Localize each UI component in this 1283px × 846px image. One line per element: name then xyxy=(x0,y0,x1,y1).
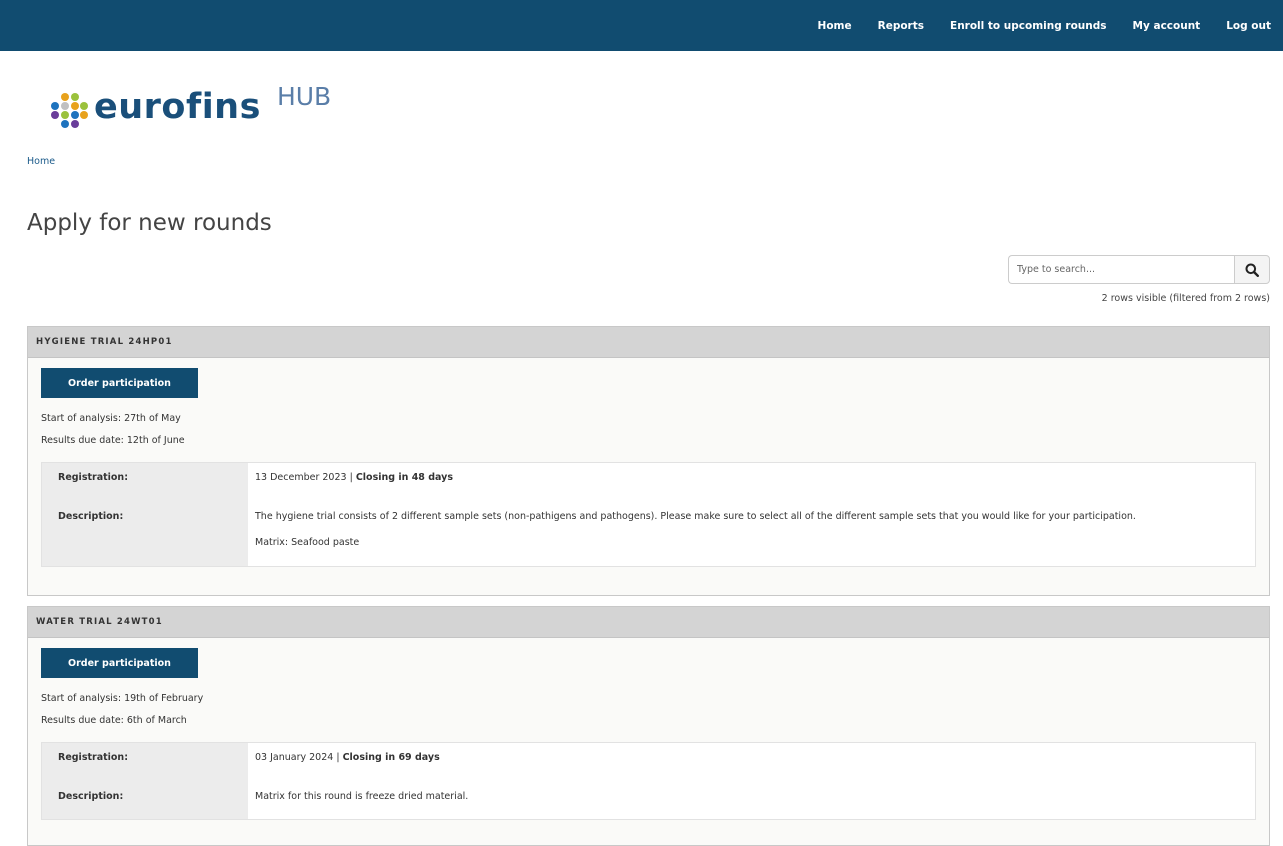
eurofins-logo-icon xyxy=(50,92,88,130)
registration-separator: | xyxy=(333,752,343,763)
trial-title: WATER TRIAL 24WT01 xyxy=(28,607,1269,638)
results-due-date: Results due date: 12th of June xyxy=(41,435,185,446)
nav-home[interactable]: Home xyxy=(805,20,865,32)
registration-label: Registration: xyxy=(58,472,128,483)
nav-menu: Home Reports Enroll to upcoming rounds M… xyxy=(805,0,1283,51)
registration-date: 03 January 2024 xyxy=(255,752,334,763)
registration-closing: Closing in 48 days xyxy=(355,472,453,483)
trial-card-hygiene: HYGIENE TRIAL 24HP01 Order participation… xyxy=(27,326,1270,596)
registration-date: 13 December 2023 xyxy=(255,472,347,483)
page-title: Apply for new rounds xyxy=(27,210,272,236)
description-label: Description: xyxy=(58,791,124,802)
nav-enroll[interactable]: Enroll to upcoming rounds xyxy=(937,20,1120,32)
nav-reports[interactable]: Reports xyxy=(865,20,937,32)
trial-details: Registration: 03 January 2024 | Closing … xyxy=(41,742,1256,820)
trial-card-water: WATER TRIAL 24WT01 Order participation S… xyxy=(27,606,1270,846)
rows-visible-count: 2 rows visible (filtered from 2 rows) xyxy=(1101,293,1270,304)
results-due-date: Results due date: 6th of March xyxy=(41,715,187,726)
description-label: Description: xyxy=(58,511,124,522)
matrix-text: Matrix: Seafood paste xyxy=(255,537,360,548)
start-of-analysis: Start of analysis: 27th of May xyxy=(41,413,181,424)
start-of-analysis: Start of analysis: 19th of February xyxy=(41,693,204,704)
logo-hub-label: HUB xyxy=(276,82,332,111)
trial-title: HYGIENE TRIAL 24HP01 xyxy=(28,327,1269,358)
registration-closing: Closing in 69 days xyxy=(342,752,440,763)
nav-log-out[interactable]: Log out xyxy=(1213,20,1283,32)
registration-value: 03 January 2024 | Closing in 69 days xyxy=(255,752,440,763)
registration-label: Registration: xyxy=(58,752,128,763)
order-participation-button[interactable]: Order participation xyxy=(41,368,198,398)
search-button[interactable] xyxy=(1234,255,1270,284)
registration-separator: | xyxy=(346,472,356,483)
registration-value: 13 December 2023 | Closing in 48 days xyxy=(255,472,453,483)
logo-wordmark: eurofins xyxy=(94,87,261,127)
trial-details: Registration: 13 December 2023 | Closing… xyxy=(41,462,1256,567)
breadcrumb-home[interactable]: Home xyxy=(27,156,55,167)
search-bar xyxy=(1008,255,1270,284)
nav-my-account[interactable]: My account xyxy=(1120,20,1214,32)
description-text: The hygiene trial consists of 2 differen… xyxy=(255,511,1136,522)
description-text: Matrix for this round is freeze dried ma… xyxy=(255,791,469,802)
top-navigation-bar: Home Reports Enroll to upcoming rounds M… xyxy=(0,0,1283,51)
search-input[interactable] xyxy=(1008,255,1234,284)
order-participation-button[interactable]: Order participation xyxy=(41,648,198,678)
brand-logo[interactable]: eurofins HUB xyxy=(50,82,331,137)
search-icon xyxy=(1245,263,1259,277)
